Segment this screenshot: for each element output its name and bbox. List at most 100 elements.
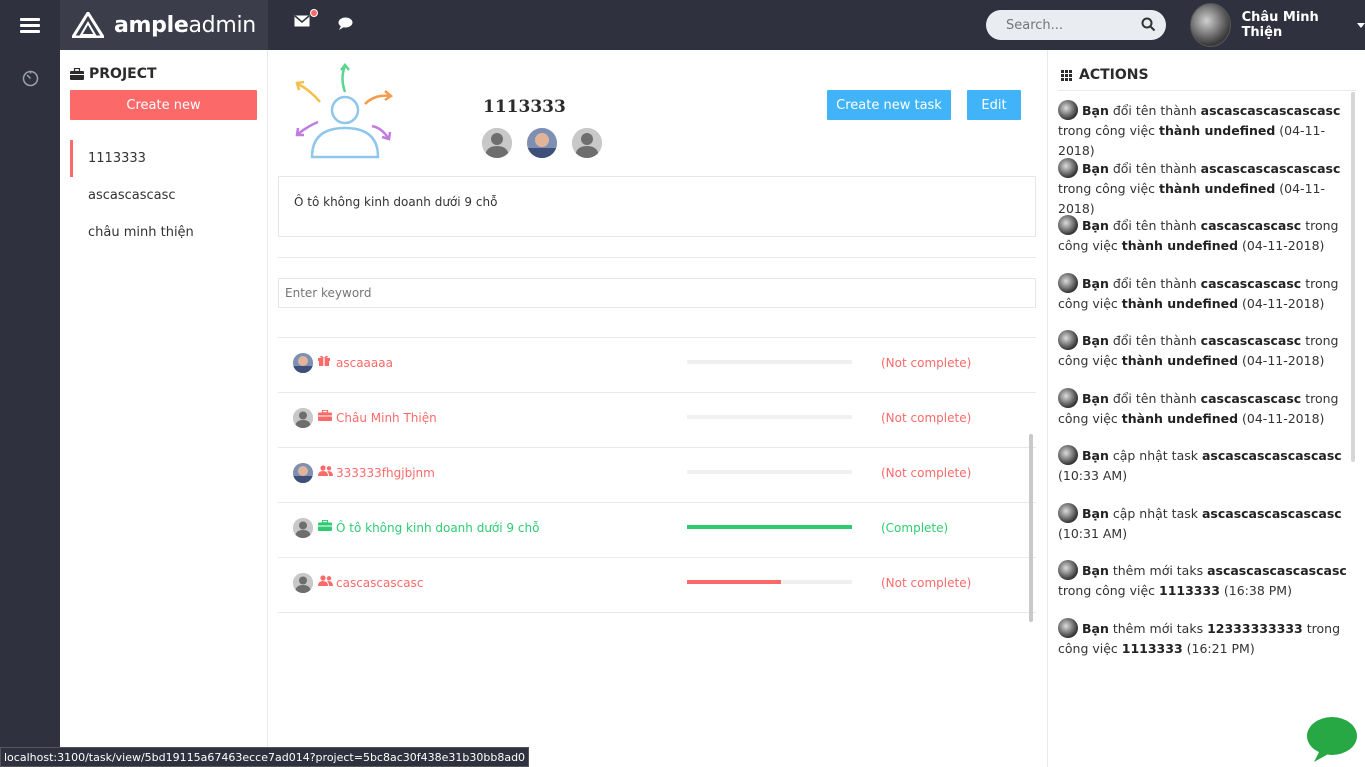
task-row[interactable]: Châu Minh Thiện (Not complete)	[278, 393, 1036, 448]
status-text: (Not complete)	[881, 466, 972, 480]
action-item: Bạn đổi tên thành cascascascasc trong cô…	[1058, 387, 1348, 446]
user-avatar	[1058, 560, 1078, 580]
top-navbar: ampleadmin Châu Minh Thiện	[0, 0, 1365, 50]
divider	[1058, 90, 1356, 91]
member-avatar[interactable]	[482, 128, 512, 158]
brand-text: ampleadmin	[114, 12, 256, 38]
action-item: Bạn đổi tên thành ascascascascascasc tro…	[1058, 100, 1348, 158]
status-url: localhost:3100/task/view/5bd19115a67463e…	[0, 747, 530, 767]
task-row[interactable]: cascascascasc (Not complete)	[278, 558, 1036, 613]
search-input[interactable]	[986, 10, 1126, 40]
brand-logo[interactable]: ampleadmin	[60, 0, 268, 50]
user-avatar	[1058, 330, 1078, 350]
hamburger-menu-button[interactable]	[0, 0, 60, 50]
action-item: Bạn đổi tên thành ascascascascascasc tro…	[1058, 157, 1348, 216]
task-row[interactable]: ascaaaaa (Not complete)	[278, 338, 1036, 393]
chat-bubble-icon[interactable]	[1306, 716, 1358, 762]
messages-button[interactable]	[338, 17, 353, 34]
users-icon	[318, 575, 333, 590]
divider	[278, 257, 1036, 258]
search-icon[interactable]	[1141, 17, 1156, 32]
user-silhouette-icon	[572, 128, 602, 158]
task-link[interactable]: ascaaaaa	[336, 338, 393, 388]
user-photo-icon	[527, 128, 557, 158]
progress-fill	[687, 580, 782, 584]
project-item[interactable]: châu minh thiện	[70, 214, 268, 251]
gift-icon	[318, 355, 330, 370]
mail-button[interactable]	[294, 15, 310, 31]
scrollbar[interactable]	[1351, 92, 1355, 462]
progress-bar	[687, 415, 852, 419]
actions-panel: ACTIONS Bạn đổi tên thành ascascascascas…	[1047, 50, 1365, 767]
scrollbar[interactable]	[1029, 434, 1033, 622]
task-row[interactable]: Ô tô không kinh doanh dưới 9 chỗ (Complet…	[278, 503, 1036, 558]
search-box	[986, 10, 1166, 40]
task-link[interactable]: 333333fhgjbjnm	[336, 448, 435, 498]
envelope-icon	[294, 15, 310, 27]
actions-heading: ACTIONS	[1061, 67, 1149, 83]
status-text: (Complete)	[881, 521, 949, 535]
users-icon	[318, 465, 333, 480]
briefcase-icon	[318, 409, 332, 425]
user-silhouette-icon	[482, 128, 512, 158]
action-item: Bạn thêm mới taks 12333333333 trong công…	[1058, 617, 1348, 676]
task-title: 1113333	[483, 97, 566, 117]
hamburger-icon	[20, 15, 40, 36]
status-text: (Not complete)	[881, 411, 972, 425]
briefcase-icon	[318, 519, 332, 535]
briefcase-icon	[70, 68, 84, 80]
assignee-avatar	[293, 518, 313, 538]
user-menu[interactable]: Châu Minh Thiện	[1190, 3, 1365, 47]
task-table: ascaaaaa (Not complete) Châu Minh Thiện (No…	[278, 338, 1036, 613]
task-link[interactable]: Châu Minh Thiện	[336, 393, 437, 443]
progress-bar	[687, 360, 852, 364]
task-link[interactable]: Ô tô không kinh doanh dưới 9 chỗ	[336, 503, 539, 553]
project-heading: PROJECT	[70, 66, 157, 82]
member-avatars	[482, 128, 617, 158]
task-row[interactable]: 333333fhgjbjnm (Not complete)	[278, 448, 1036, 503]
task-description: Ô tô không kinh doanh dưới 9 chỗ	[278, 176, 1036, 237]
edit-button[interactable]: Edit	[967, 90, 1021, 120]
action-item: Bạn đổi tên thành cascascascasc trong cô…	[1058, 330, 1348, 388]
keyword-input[interactable]	[278, 278, 1036, 308]
user-avatar	[1190, 3, 1231, 47]
create-new-project-button[interactable]: Create new	[70, 90, 257, 120]
user-avatar	[1058, 445, 1078, 465]
project-illustration	[295, 62, 394, 159]
logo-icon	[72, 12, 104, 38]
project-list: 1113333 ascascascasc châu minh thiện	[70, 140, 268, 251]
action-item: Bạn cập nhật task ascascascascascasc (10…	[1058, 502, 1348, 561]
user-avatar	[1058, 215, 1078, 235]
progress-bar	[687, 470, 852, 474]
assignee-avatar	[293, 353, 313, 373]
status-text: (Not complete)	[881, 356, 972, 370]
member-avatar[interactable]	[527, 128, 557, 158]
action-item: Bạn cập nhật task ascascascascascasc (10…	[1058, 445, 1348, 503]
caret-down-icon	[1357, 22, 1365, 28]
task-link[interactable]: cascascascasc	[336, 558, 423, 608]
assignee-avatar	[293, 463, 313, 483]
user-avatar	[1058, 100, 1078, 120]
assignee-avatar	[293, 573, 313, 593]
grid-icon	[1061, 69, 1072, 81]
user-avatar	[1058, 387, 1078, 408]
action-item: Bạn thêm mới taks ascascascascascasc tro…	[1058, 560, 1348, 618]
action-item: Bạn đổi tên thành cascascascasc trong cô…	[1058, 272, 1348, 331]
project-item[interactable]: ascascascasc	[70, 177, 268, 214]
project-item[interactable]: 1113333	[70, 140, 268, 177]
progress-bar	[687, 580, 852, 584]
user-avatar	[1058, 157, 1078, 178]
user-name: Châu Minh Thiện	[1241, 10, 1319, 40]
left-sidebar	[0, 50, 60, 767]
progress-fill	[687, 525, 852, 529]
member-avatar[interactable]	[572, 128, 602, 158]
dashboard-icon[interactable]	[22, 70, 39, 87]
create-new-task-button[interactable]: Create new task	[827, 90, 951, 120]
user-avatar	[1058, 272, 1078, 293]
task-detail-panel: 1113333 Create new task Edit Ô tô không …	[268, 50, 1047, 767]
user-avatar	[1058, 617, 1078, 638]
user-avatar	[1058, 502, 1078, 523]
progress-bar	[687, 525, 852, 529]
action-item: Bạn đổi tên thành cascascascasc trong cô…	[1058, 215, 1348, 273]
status-text: (Not complete)	[881, 576, 972, 590]
